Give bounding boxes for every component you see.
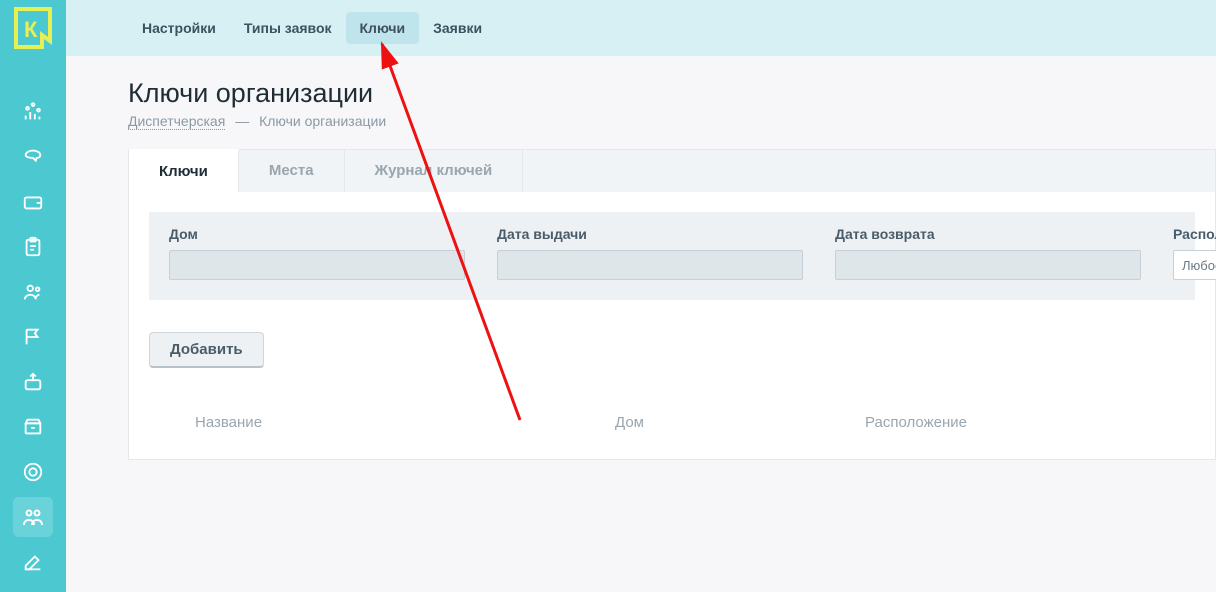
filter-issue-date: Дата выдачи bbox=[497, 226, 803, 280]
toptab-request-types[interactable]: Типы заявок bbox=[230, 12, 346, 44]
breadcrumb-sep: — bbox=[235, 113, 249, 129]
sidebar-flag[interactable] bbox=[13, 317, 53, 357]
sidebar-upload[interactable] bbox=[13, 362, 53, 402]
breadcrumb: Диспетчерская — Ключи организации bbox=[128, 113, 1216, 129]
filters: Дом Дата выдачи Дата возврата Распол bbox=[149, 212, 1195, 300]
filter-location: Распол bbox=[1173, 226, 1216, 280]
filter-location-label: Распол bbox=[1173, 226, 1216, 242]
content: Ключи организации Диспетчерская — Ключи … bbox=[66, 56, 1216, 592]
sidebar-team[interactable] bbox=[13, 272, 53, 312]
breadcrumb-root[interactable]: Диспетчерская bbox=[128, 113, 225, 130]
sidebar: К bbox=[0, 0, 66, 592]
col-name: Название bbox=[195, 414, 615, 431]
svg-text:К: К bbox=[24, 17, 38, 42]
page-title: Ключи организации bbox=[128, 78, 1216, 109]
sidebar-clipboard[interactable] bbox=[13, 227, 53, 267]
subtab-journal[interactable]: Журнал ключей bbox=[345, 150, 524, 192]
sidebar-analytics[interactable] bbox=[13, 92, 53, 132]
subtab-places[interactable]: Места bbox=[239, 150, 345, 192]
toptab-settings[interactable]: Настройки bbox=[128, 12, 230, 44]
add-button[interactable]: Добавить bbox=[149, 332, 264, 368]
filter-house: Дом bbox=[169, 226, 465, 280]
table-header: Название Дом Расположение bbox=[129, 414, 1215, 459]
filter-return-date: Дата возврата bbox=[835, 226, 1141, 280]
filter-location-select[interactable] bbox=[1173, 250, 1216, 280]
filter-issue-input[interactable] bbox=[497, 250, 803, 280]
sidebar-edit[interactable] bbox=[13, 542, 53, 582]
sidebar-dispatch[interactable] bbox=[13, 497, 53, 537]
breadcrumb-current: Ключи организации bbox=[259, 113, 386, 129]
topbar: Настройки Типы заявок Ключи Заявки bbox=[66, 0, 1216, 56]
toptab-keys[interactable]: Ключи bbox=[346, 12, 420, 44]
subtab-keys[interactable]: Ключи bbox=[129, 149, 239, 192]
toptab-requests[interactable]: Заявки bbox=[419, 12, 496, 44]
filter-house-input[interactable] bbox=[169, 250, 465, 280]
sidebar-billing[interactable] bbox=[13, 452, 53, 492]
filter-return-label: Дата возврата bbox=[835, 226, 1141, 242]
sidebar-nav bbox=[0, 92, 66, 587]
logo[interactable]: К bbox=[0, 0, 66, 56]
subtabs: Ключи Места Журнал ключей bbox=[129, 149, 1215, 192]
sidebar-calls[interactable] bbox=[13, 137, 53, 177]
col-house: Дом bbox=[615, 414, 865, 431]
filter-house-label: Дом bbox=[169, 226, 465, 242]
col-location: Расположение bbox=[865, 414, 1125, 431]
sidebar-wallet[interactable] bbox=[13, 182, 53, 222]
sidebar-archive[interactable] bbox=[13, 407, 53, 447]
filter-return-input[interactable] bbox=[835, 250, 1141, 280]
filter-issue-label: Дата выдачи bbox=[497, 226, 803, 242]
panel: Ключи Места Журнал ключей Дом Дата выдач… bbox=[128, 149, 1216, 460]
